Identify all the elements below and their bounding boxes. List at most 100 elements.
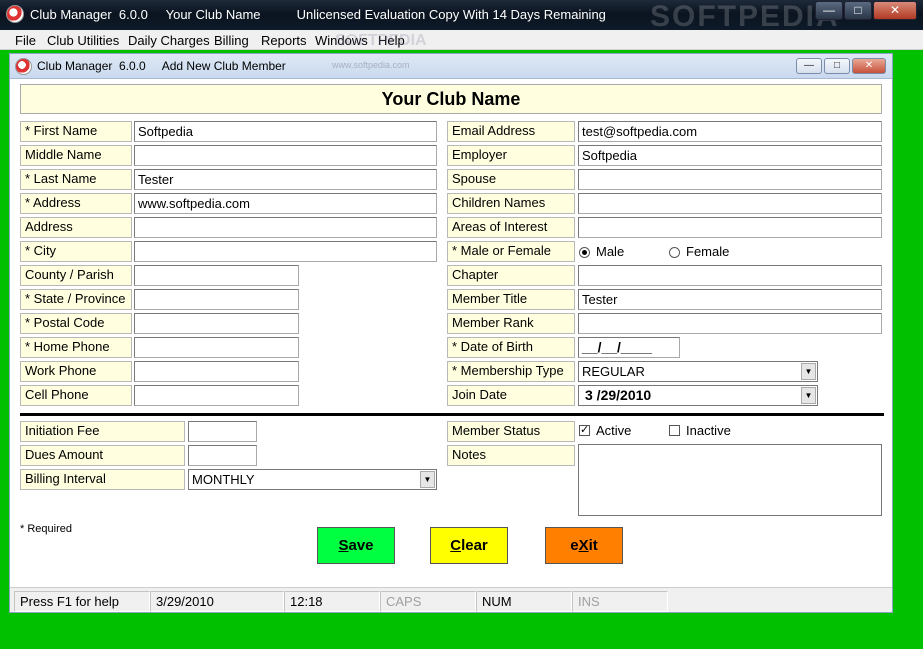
home-phone-field[interactable] [134, 337, 299, 358]
member-rank-label: Member Rank [447, 313, 575, 334]
clear-button[interactable]: Clear [430, 527, 508, 564]
menu-club-utilities[interactable]: Club Utilities [47, 33, 119, 48]
app-logo-icon [6, 5, 24, 23]
member-title-field[interactable]: Tester [578, 289, 882, 310]
menu-billing[interactable]: Billing [214, 33, 249, 48]
middle-name-label: Middle Name [20, 145, 132, 166]
member-title-label: Member Title [447, 289, 575, 310]
areas-of-interest-field[interactable] [578, 217, 882, 238]
city-label: * City [20, 241, 132, 262]
initiation-fee-label: Initiation Fee [20, 421, 185, 442]
section-divider [20, 413, 884, 416]
middle-name-field[interactable] [134, 145, 437, 166]
cell-phone-label: Cell Phone [20, 385, 132, 406]
initiation-fee-field[interactable] [188, 421, 257, 442]
spouse-field[interactable] [578, 169, 882, 190]
menu-bar: File Club Utilities Daily Charges Billin… [0, 30, 923, 50]
status-time: 12:18 [284, 591, 380, 612]
member-status-label: Member Status [447, 421, 575, 442]
address1-label: * Address [20, 193, 132, 214]
status-help: Press F1 for help [14, 591, 150, 612]
save-button[interactable]: Save [317, 527, 395, 564]
chevron-down-icon[interactable]: ▼ [801, 387, 816, 404]
membership-type-select[interactable]: REGULAR ▼ [578, 361, 818, 382]
close-button[interactable]: ✕ [873, 1, 917, 20]
date-of-birth-label: * Date of Birth [447, 337, 575, 358]
member-form: Your Club Name * First Name Softpedia Mi… [10, 79, 892, 587]
inactive-checkbox[interactable] [669, 425, 680, 436]
join-date-select[interactable]: 3 /29/2010 ▼ [578, 385, 818, 406]
address2-field[interactable] [134, 217, 437, 238]
state-field[interactable] [134, 289, 299, 310]
menu-file[interactable]: File [15, 33, 36, 48]
areas-of-interest-label: Areas of Interest [447, 217, 575, 238]
notes-label: Notes [447, 445, 575, 466]
chapter-field[interactable] [578, 265, 882, 286]
employer-label: Employer [447, 145, 575, 166]
child-title-bar[interactable]: Club Manager 6.0.0 Add New Club Member w… [10, 54, 892, 79]
join-date-value: 3 /29/2010 [585, 387, 652, 403]
male-radio[interactable] [579, 247, 590, 258]
status-date: 3/29/2010 [150, 591, 284, 612]
status-caps: CAPS [380, 591, 476, 612]
work-phone-field[interactable] [134, 361, 299, 382]
chevron-down-icon[interactable]: ▼ [801, 363, 816, 380]
member-rank-field[interactable] [578, 313, 882, 334]
active-checkbox[interactable]: ✓ [579, 425, 590, 436]
status-bar: Press F1 for help 3/29/2010 12:18 CAPS N… [10, 587, 892, 612]
gender-label: * Male or Female [447, 241, 575, 262]
menu-daily-charges[interactable]: Daily Charges [128, 33, 210, 48]
first-name-label: * First Name [20, 121, 132, 142]
minimize-button[interactable]: — [815, 1, 843, 20]
female-radio[interactable] [669, 247, 680, 258]
app-title: Club Manager 6.0.0 Your Club Name Unlice… [30, 7, 606, 22]
work-phone-label: Work Phone [20, 361, 132, 382]
email-field[interactable]: test@softpedia.com [578, 121, 882, 142]
chevron-down-icon[interactable]: ▼ [420, 471, 435, 488]
children-names-label: Children Names [447, 193, 575, 214]
menu-reports[interactable]: Reports [261, 33, 307, 48]
county-label: County / Parish [20, 265, 132, 286]
notes-textarea[interactable] [578, 444, 882, 516]
postal-code-field[interactable] [134, 313, 299, 334]
spouse-label: Spouse [447, 169, 575, 190]
county-field[interactable] [134, 265, 299, 286]
add-member-window: Club Manager 6.0.0 Add New Club Member w… [9, 53, 893, 613]
home-phone-label: * Home Phone [20, 337, 132, 358]
join-date-label: Join Date [447, 385, 575, 406]
exit-button[interactable]: eXit [545, 527, 623, 564]
required-note: * Required [20, 523, 72, 535]
child-title: Club Manager 6.0.0 Add New Club Member [37, 59, 286, 73]
billing-interval-label: Billing Interval [20, 469, 185, 490]
children-names-field[interactable] [578, 193, 882, 214]
inactive-option-label: Inactive [686, 423, 731, 438]
status-ins: INS [572, 591, 668, 612]
first-name-field[interactable]: Softpedia [134, 121, 437, 142]
dues-amount-field[interactable] [188, 445, 257, 466]
child-watermark: www.softpedia.com [332, 60, 410, 70]
last-name-field[interactable]: Tester [134, 169, 437, 190]
membership-type-value: REGULAR [582, 364, 645, 379]
date-of-birth-field[interactable]: __/__/____ [578, 337, 680, 358]
female-option-label: Female [686, 244, 730, 259]
dues-amount-label: Dues Amount [20, 445, 185, 466]
chapter-label: Chapter [447, 265, 575, 286]
address1-field[interactable]: www.softpedia.com [134, 193, 437, 214]
membership-type-label: * Membership Type [447, 361, 575, 382]
billing-interval-select[interactable]: MONTHLY ▼ [188, 469, 437, 490]
active-option-label: Active [596, 423, 632, 438]
state-label: * State / Province [20, 289, 132, 310]
child-maximize-button[interactable]: □ [824, 58, 850, 74]
city-field[interactable] [134, 241, 437, 262]
app-title-bar[interactable]: Club Manager 6.0.0 Your Club Name Unlice… [0, 0, 923, 33]
cell-phone-field[interactable] [134, 385, 299, 406]
maximize-button[interactable]: □ [844, 1, 872, 20]
employer-field[interactable]: Softpedia [578, 145, 882, 166]
child-logo-icon [15, 58, 32, 75]
menu-watermark: SOFTPEDIA [335, 32, 427, 49]
child-minimize-button[interactable]: — [796, 58, 822, 74]
club-name-header: Your Club Name [20, 84, 882, 114]
last-name-label: * Last Name [20, 169, 132, 190]
child-close-button[interactable]: ✕ [852, 58, 886, 74]
billing-interval-value: MONTHLY [192, 472, 255, 487]
